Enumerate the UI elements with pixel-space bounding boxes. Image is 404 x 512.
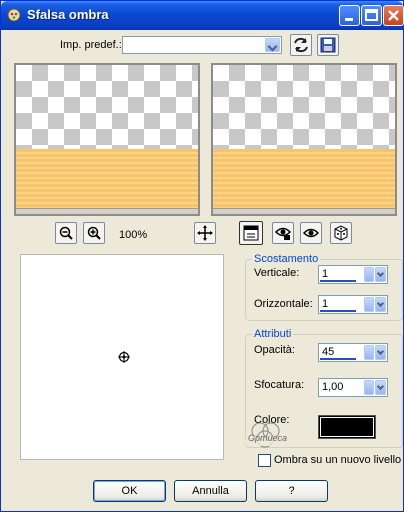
shadow-new-layer-checkbox[interactable] [258, 454, 271, 467]
spin-updown-icon[interactable] [364, 297, 374, 312]
chevron-down-icon[interactable] [265, 38, 280, 52]
move-icon [197, 225, 213, 241]
spin-updown-icon[interactable] [364, 345, 374, 360]
dice-icon [334, 225, 348, 241]
attributes-group-title: Attributi [252, 328, 294, 340]
watermark-text: Gpmueca [248, 433, 288, 443]
offset-group-title: Scostamento [252, 253, 321, 265]
save-preset-button[interactable] [317, 34, 339, 56]
dialog-window: Sfalsa ombra Imp. predef.: 100% Scostame… [0, 0, 404, 512]
crosshair-handle-icon[interactable] [117, 350, 131, 364]
cancel-button[interactable]: Annulla [174, 480, 247, 502]
reset-arrows-icon [294, 37, 308, 53]
zoom-out-button[interactable] [55, 222, 77, 244]
save-disk-icon [320, 37, 336, 53]
help-button[interactable]: ? [255, 480, 328, 502]
shadow-color-swatch[interactable] [318, 415, 376, 439]
reset-preset-button[interactable] [290, 34, 312, 56]
title-bar[interactable]: Sfalsa ombra [1, 1, 404, 30]
preset-label: Imp. predef.: [60, 39, 122, 51]
opacity-value: 45 [322, 346, 335, 358]
close-icon [388, 10, 399, 21]
proof-button[interactable] [272, 222, 294, 244]
horizontal-value: 1 [322, 298, 329, 310]
original-preview[interactable] [14, 63, 200, 216]
eye-icon [302, 228, 320, 238]
close-button[interactable] [383, 5, 404, 26]
maximize-button[interactable] [361, 5, 382, 26]
preview-scrollbar[interactable] [16, 208, 198, 214]
preview-image-band [16, 149, 198, 209]
window-title: Sfalsa ombra [27, 7, 109, 22]
vertical-value: 1 [322, 268, 329, 280]
preview-scrollbar[interactable] [213, 208, 395, 214]
opacity-label: Opacità: [254, 344, 295, 356]
offset-canvas[interactable] [20, 254, 224, 460]
zoom-out-icon [59, 226, 73, 240]
spin-updown-icon[interactable] [364, 267, 374, 282]
zoom-level: 100% [119, 229, 148, 241]
auto-proof-button[interactable] [300, 222, 322, 244]
vertical-spinner[interactable]: 1 [318, 265, 388, 284]
minimize-button[interactable] [339, 5, 360, 26]
shadow-new-layer-label[interactable]: Ombra su un nuovo livello [274, 454, 401, 466]
chevron-down-icon[interactable] [375, 267, 386, 282]
eye-lock-icon [274, 227, 292, 240]
result-preview[interactable] [211, 63, 397, 216]
opacity-spinner[interactable]: 45 [318, 343, 388, 362]
value-slider-bar[interactable] [320, 310, 356, 312]
preview-window-icon [243, 225, 259, 241]
value-slider-bar[interactable] [320, 358, 356, 360]
zoom-in-icon [87, 226, 101, 240]
zoom-in-button[interactable] [83, 222, 105, 244]
chevron-down-icon[interactable] [375, 345, 386, 360]
chevron-down-icon[interactable] [375, 380, 386, 395]
randomize-button[interactable] [330, 222, 352, 244]
maximize-icon [365, 9, 378, 21]
minimize-icon [345, 18, 353, 21]
chevron-down-icon[interactable] [375, 297, 386, 312]
horizontal-spinner[interactable]: 1 [318, 295, 388, 314]
ok-button[interactable]: OK [93, 480, 166, 502]
app-icon [7, 8, 21, 22]
blur-label: Sfocatura: [254, 379, 305, 391]
spin-updown-icon[interactable] [364, 380, 374, 395]
vertical-label: Verticale: [254, 267, 300, 279]
blur-spinner[interactable]: 1,00 [318, 378, 388, 397]
preview-image-band [213, 149, 395, 209]
pan-button[interactable] [194, 222, 216, 244]
horizontal-label: Orizzontale: [254, 298, 313, 310]
blur-value: 1,00 [322, 381, 344, 393]
toggle-preview-button[interactable] [239, 221, 263, 245]
value-slider-bar[interactable] [320, 280, 356, 282]
preset-dropdown[interactable] [122, 36, 282, 54]
